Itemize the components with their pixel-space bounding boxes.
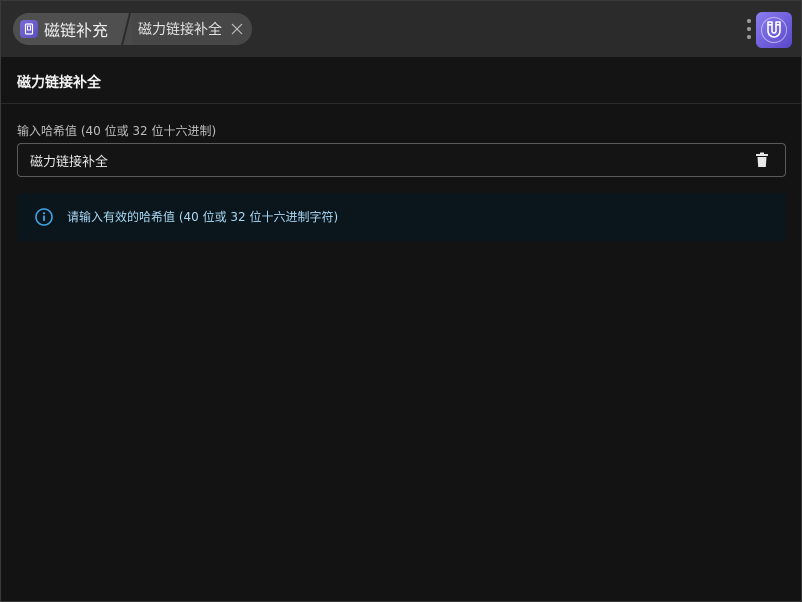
more-vertical-icon[interactable] [745, 17, 753, 41]
title-bar: 磁链补充 磁力链接补全 [1, 1, 801, 57]
close-icon[interactable] [230, 22, 244, 36]
breadcrumb: 磁链补充 磁力链接补全 [13, 13, 253, 45]
magnet-logo-icon[interactable] [756, 12, 792, 48]
app-window: 磁链补充 磁力链接补全 磁力链接补全 输入哈希值 (40 位或 32 位十六进制… [0, 0, 802, 602]
info-icon [35, 208, 53, 226]
alert-message: 请输入有效的哈希值 (40 位或 32 位十六进制字符) [67, 210, 339, 224]
breadcrumb-current[interactable]: 磁力链接补全 [132, 13, 253, 45]
hash-field-label: 输入哈希值 (40 位或 32 位十六进制) [17, 124, 217, 138]
breadcrumb-app[interactable]: 磁链补充 [13, 13, 123, 45]
page-title: 磁力链接补全 [17, 75, 101, 91]
trash-icon[interactable] [755, 152, 769, 168]
info-alert: 请输入有效的哈希值 (40 位或 32 位十六进制字符) [17, 193, 786, 241]
app-icon [20, 20, 38, 38]
hash-input-wrapper [17, 143, 786, 177]
hash-input[interactable] [30, 144, 730, 176]
breadcrumb-separator [118, 13, 133, 45]
page-header: 磁力链接补全 [1, 57, 801, 104]
breadcrumb-app-label: 磁链补充 [44, 21, 109, 40]
breadcrumb-current-label: 磁力链接补全 [138, 22, 223, 38]
